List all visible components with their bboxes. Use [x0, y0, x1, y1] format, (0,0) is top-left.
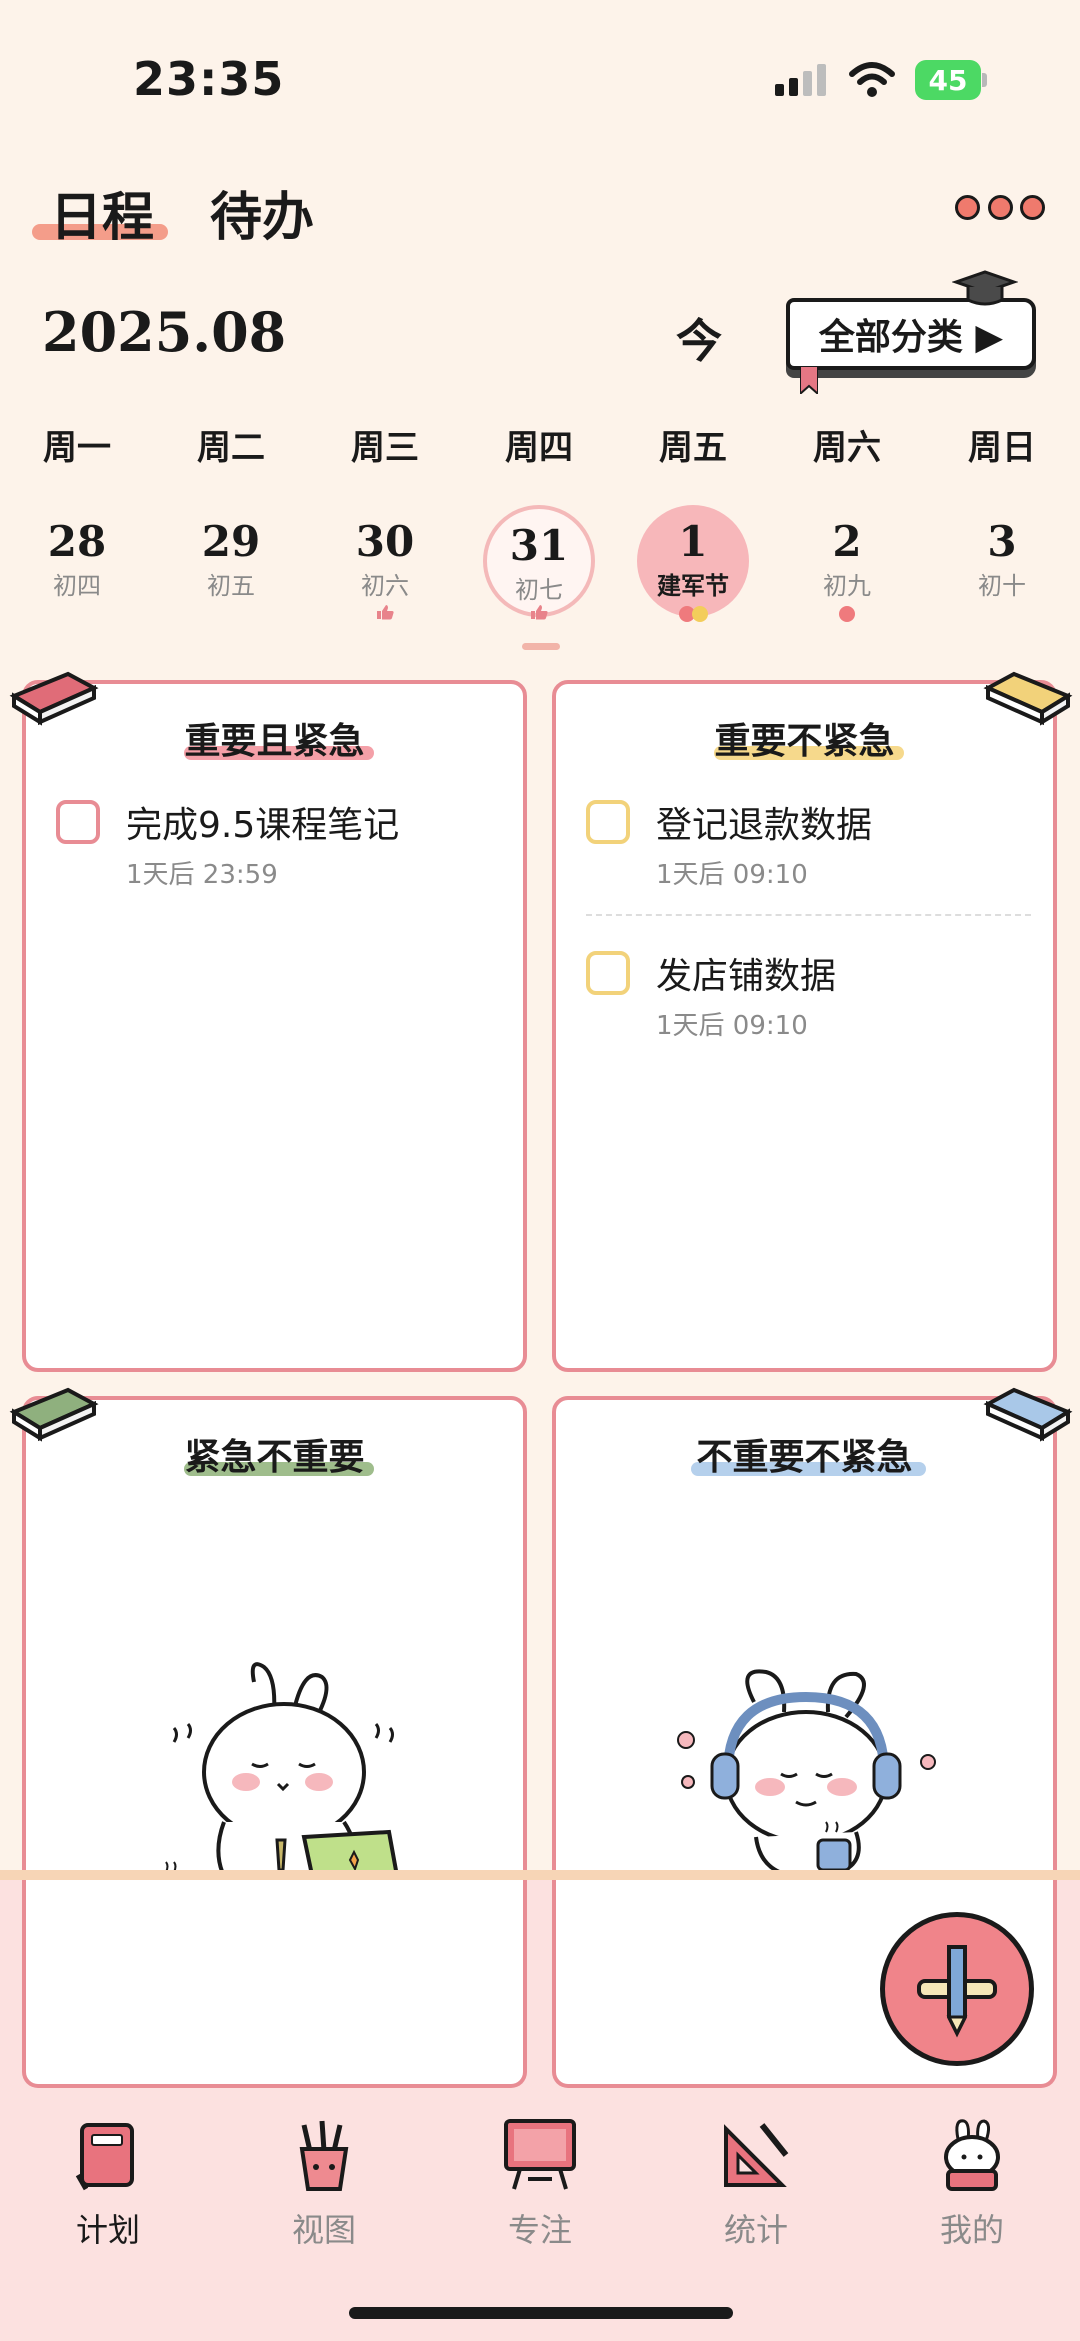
task-due-time: 1天后 09:10: [656, 1011, 808, 1041]
wifi-icon: [849, 62, 895, 97]
set-square-icon: [724, 2123, 789, 2187]
status-bar: 23:35 45: [0, 0, 1080, 160]
nav-plan[interactable]: 计划: [38, 2115, 178, 2251]
task-divider: [586, 914, 1031, 916]
nav-label: 视图: [291, 2211, 356, 2249]
quadrant-title: 不重要不紧急: [696, 1436, 913, 1478]
chalkboard-icon: [504, 2119, 576, 2190]
weekday-fri: 周五: [659, 428, 727, 468]
task-checkbox[interactable]: [56, 800, 100, 844]
quadrant-important-not-urgent[interactable]: 重要不紧急 登记退款数据 1天后 09:10 发店铺数据 1天后 09:10: [552, 680, 1057, 1372]
pencil-cup-icon: [299, 2120, 349, 2191]
quadrant-title: 重要且紧急: [184, 720, 365, 762]
day-lunar: 建军节: [657, 572, 729, 600]
day-number: 28: [47, 517, 107, 566]
day-number: 30: [355, 517, 415, 566]
task-due-time: 1天后 09:10: [656, 860, 808, 890]
event-dot-yellow: [692, 606, 708, 622]
bunny-profile-icon: [944, 2119, 1000, 2191]
weekday-sat: 周六: [813, 428, 881, 468]
nav-label: 专注: [507, 2211, 572, 2249]
day-number: 1: [678, 517, 708, 566]
day-number: 2: [832, 517, 862, 566]
weekday-wed: 周三: [351, 428, 419, 468]
bunny-headphones-illustration: [677, 1669, 936, 1880]
day-number: 3: [987, 517, 1017, 566]
today-button[interactable]: 今: [676, 305, 722, 371]
day-lunar: 初六: [361, 572, 409, 600]
day-cell-today[interactable]: 31 初七: [483, 505, 595, 617]
day-cell[interactable]: 29 初五: [175, 505, 287, 617]
day-number: 31: [509, 521, 569, 570]
task-due-time: 1天后 23:59: [126, 860, 278, 890]
nav-label: 计划: [75, 2211, 140, 2249]
nav-stats[interactable]: 统计: [686, 2115, 826, 2251]
thumbs-up-icon: [531, 605, 548, 620]
more-dots-icon[interactable]: [955, 195, 1045, 225]
bottom-nav: 计划 视图 专注 统计 我的: [0, 2115, 1080, 2265]
bookmark-icon: [800, 366, 818, 394]
day-lunar: 初十: [978, 572, 1026, 600]
week-expand-handle[interactable]: [522, 643, 560, 650]
day-cell[interactable]: 3 初十: [946, 505, 1058, 617]
tab-todo[interactable]: 待办: [210, 175, 314, 250]
task-title: 发店铺数据: [656, 956, 837, 997]
battery-level: 45: [915, 60, 981, 100]
weekday-tue: 周二: [197, 428, 265, 468]
weekday-mon: 周一: [43, 428, 111, 468]
month-title[interactable]: 2025.08: [42, 300, 286, 364]
weekday-thu: 周四: [505, 428, 573, 468]
day-lunar: 初五: [207, 572, 255, 600]
quadrant-title: 紧急不重要: [184, 1436, 365, 1478]
day-number: 29: [201, 517, 261, 566]
event-dot-red: [839, 606, 855, 622]
nav-label: 我的: [939, 2211, 1004, 2249]
day-cell-selected[interactable]: 1 建军节: [637, 505, 749, 617]
task-checkbox[interactable]: [586, 800, 630, 844]
task-checkbox[interactable]: [586, 951, 630, 995]
pencil-plus-icon: [917, 1945, 997, 2038]
day-cell[interactable]: 28 初四: [21, 505, 133, 617]
weekday-sun: 周日: [968, 428, 1036, 468]
cellular-signal-icon: [775, 64, 826, 96]
day-lunar: 初四: [53, 572, 101, 600]
task-title: 完成9.5课程笔记: [126, 805, 400, 846]
day-cell[interactable]: 2 初九: [791, 505, 903, 617]
quadrant-title: 重要不紧急: [714, 720, 895, 762]
category-filter-label: 全部分类 ▶: [786, 298, 1036, 370]
day-lunar: 初七: [515, 576, 563, 604]
battery-icon: 45: [915, 60, 987, 100]
quadrant-important-urgent[interactable]: 重要且紧急 完成9.5课程笔记 1天后 23:59: [22, 680, 527, 1372]
nav-focus[interactable]: 专注: [470, 2115, 610, 2251]
status-time: 23:35: [133, 52, 285, 106]
planner-book-icon: [75, 2123, 134, 2191]
nav-view[interactable]: 视图: [254, 2115, 394, 2251]
thumbs-up-icon: [377, 605, 394, 620]
graduation-cap-icon: [952, 270, 1018, 306]
day-cell[interactable]: 30 初六: [329, 505, 441, 617]
nav-me[interactable]: 我的: [902, 2115, 1042, 2251]
category-filter-button[interactable]: 全部分类 ▶: [786, 270, 1036, 394]
add-task-button[interactable]: [880, 1912, 1034, 2066]
day-lunar: 初九: [823, 572, 871, 600]
tab-schedule[interactable]: 日程: [50, 175, 154, 250]
nav-label: 统计: [723, 2211, 788, 2249]
task-title: 登记退款数据: [656, 805, 873, 846]
home-indicator[interactable]: [349, 2307, 733, 2319]
